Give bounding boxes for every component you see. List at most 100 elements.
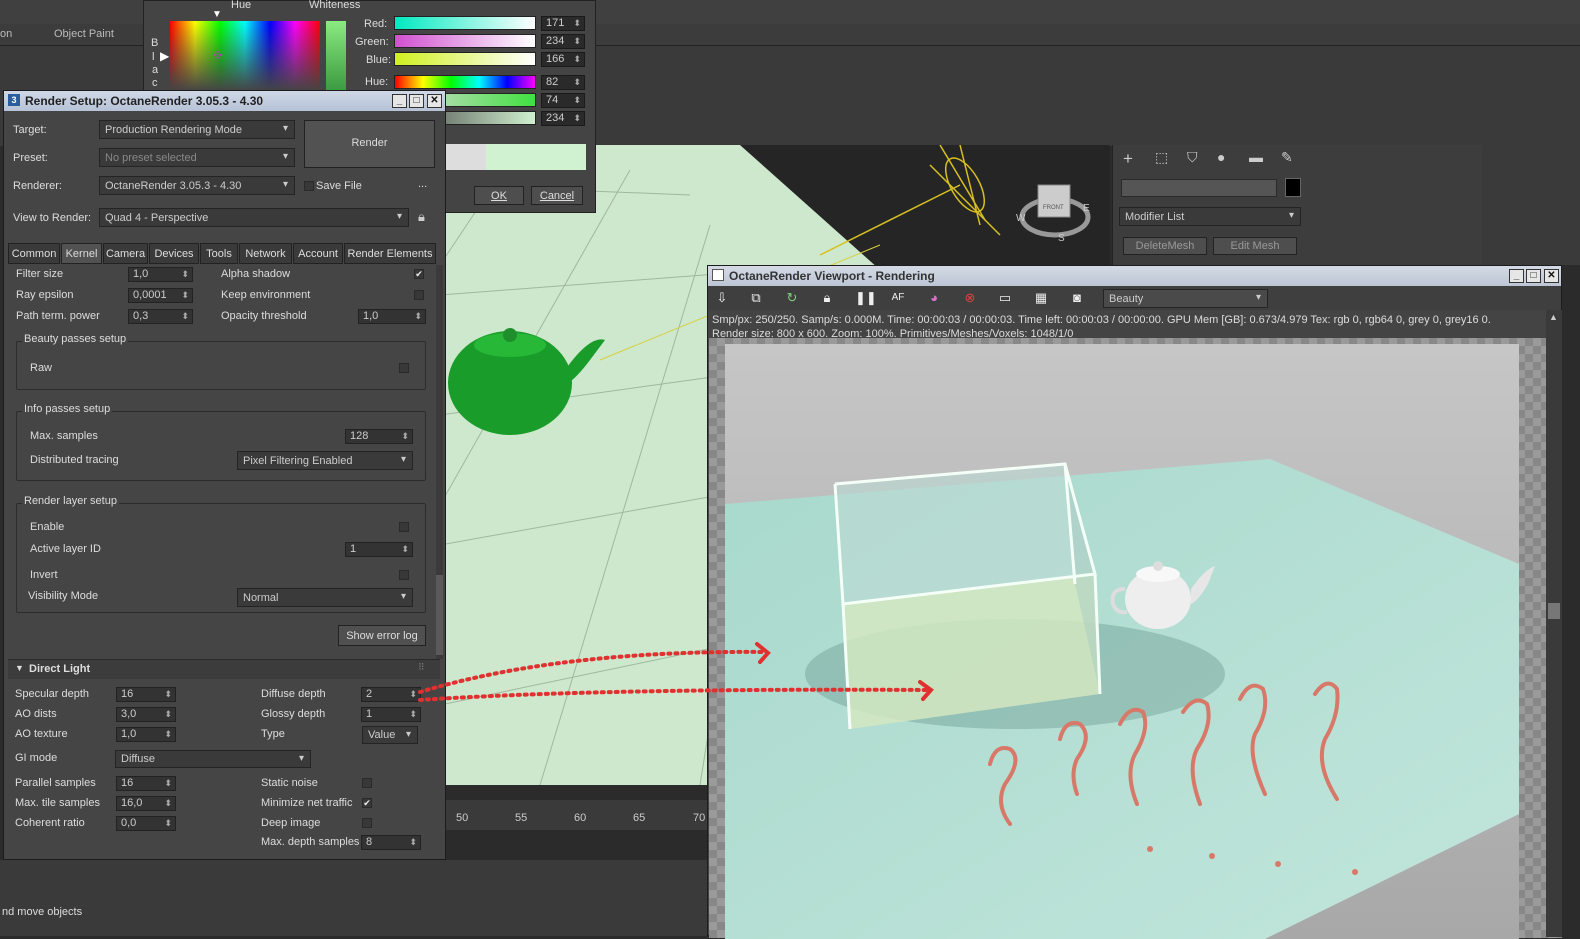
hue-spinner[interactable]: 82: [541, 75, 585, 90]
filter-size-spinner[interactable]: 1,0: [128, 267, 193, 282]
hue-slider[interactable]: [394, 75, 536, 89]
timeline[interactable]: 50 55 60 65 70: [440, 800, 710, 830]
tab-network[interactable]: Network: [239, 243, 292, 264]
red-slider[interactable]: [394, 16, 536, 30]
deep-image-checkbox[interactable]: [362, 818, 372, 828]
lock-icon[interactable]: 🔒︎: [418, 209, 425, 225]
invert-checkbox[interactable]: [399, 570, 409, 580]
utilities-icon[interactable]: ✎: [1281, 149, 1293, 166]
enable-checkbox[interactable]: [399, 522, 409, 532]
preset-dropdown[interactable]: No preset selected: [99, 148, 295, 167]
delete-mesh-button[interactable]: DeleteMesh: [1123, 237, 1207, 255]
blue-spinner[interactable]: 166: [541, 52, 585, 67]
close-icon[interactable]: ✕: [1544, 269, 1559, 283]
maximize-icon[interactable]: □: [1526, 269, 1541, 283]
hue-whiteness-field[interactable]: [170, 21, 320, 91]
coherent-ratio-spinner[interactable]: 0,0: [116, 816, 176, 831]
red-spinner[interactable]: 171: [541, 16, 585, 31]
view-to-render-dropdown[interactable]: Quad 4 - Perspective: [99, 208, 409, 227]
octane-vertical-scrollbar[interactable]: ▲: [1546, 310, 1562, 937]
menu-item[interactable]: on: [0, 28, 12, 40]
tab-devices[interactable]: Devices: [149, 243, 199, 264]
minimize-icon[interactable]: _: [392, 94, 407, 108]
render-setup-titlebar[interactable]: 3 Render Setup: OctaneRender 3.05.3 - 4.…: [4, 91, 445, 111]
active-layer-spinner[interactable]: 1: [345, 542, 413, 557]
octane-titlebar[interactable]: OctaneRender Viewport - Rendering _ □ ✕: [708, 266, 1561, 286]
glossy-depth-spinner[interactable]: 1: [361, 707, 421, 722]
scroll-up-icon[interactable]: ▲: [1549, 312, 1558, 322]
save-file-checkbox[interactable]: [304, 181, 314, 191]
cancel-icon[interactable]: ⊗: [962, 290, 978, 306]
minimize-net-traffic-checkbox[interactable]: ✔: [362, 798, 372, 808]
renderer-dropdown[interactable]: OctaneRender 3.05.3 - 4.30: [99, 176, 295, 195]
display-icon[interactable]: ▬: [1249, 149, 1263, 165]
create-icon[interactable]: +: [1123, 149, 1133, 169]
saturation-spinner[interactable]: 74: [541, 93, 585, 108]
menu-item-object-paint[interactable]: Object Paint: [54, 28, 114, 40]
value-spinner[interactable]: 234: [541, 111, 585, 126]
minimize-icon[interactable]: _: [1509, 269, 1524, 283]
ok-button[interactable]: OK: [474, 186, 524, 205]
rendered-image[interactable]: [725, 344, 1519, 939]
distributed-tracing-dropdown[interactable]: Pixel Filtering Enabled: [237, 451, 413, 470]
gi-mode-dropdown[interactable]: Diffuse: [115, 750, 311, 768]
blackness-pointer-icon[interactable]: ▶: [160, 49, 169, 63]
region-icon[interactable]: ▦: [1033, 290, 1049, 306]
restart-icon[interactable]: ↻: [784, 290, 800, 306]
lock-icon[interactable]: 🔒︎: [819, 290, 835, 306]
raw-checkbox[interactable]: [399, 363, 409, 373]
show-error-log-button[interactable]: Show error log: [338, 625, 426, 646]
camera-icon[interactable]: ◙: [1069, 290, 1085, 306]
tab-account[interactable]: Account: [293, 243, 343, 264]
render-pass-dropdown[interactable]: Beauty: [1103, 289, 1268, 308]
display-icon[interactable]: ▭: [997, 290, 1013, 306]
copy-icon[interactable]: ⧉: [748, 290, 764, 306]
max-depth-samples-spinner[interactable]: 8: [361, 835, 421, 850]
maximize-icon[interactable]: □: [409, 94, 424, 108]
edit-mesh-button[interactable]: Edit Mesh: [1213, 237, 1297, 255]
object-name-field[interactable]: [1121, 179, 1277, 197]
green-spinner[interactable]: 234: [541, 34, 585, 49]
rollout-scrollbar[interactable]: [436, 265, 443, 659]
direct-light-header[interactable]: ▼ Direct Light ⠿: [8, 659, 440, 679]
target-dropdown[interactable]: Production Rendering Mode: [99, 120, 295, 139]
visibility-mode-dropdown[interactable]: Normal: [237, 588, 413, 607]
opacity-threshold-spinner[interactable]: 1,0: [358, 309, 426, 324]
static-noise-checkbox[interactable]: [362, 778, 372, 788]
parallel-samples-spinner[interactable]: 16: [116, 776, 176, 791]
tab-camera[interactable]: Camera: [103, 243, 148, 264]
ao-texture-spinner[interactable]: 1,0: [116, 727, 176, 742]
tab-kernel[interactable]: Kernel: [61, 243, 102, 264]
modifier-list-dropdown[interactable]: Modifier List: [1119, 207, 1301, 226]
keep-environment-checkbox[interactable]: [414, 290, 424, 300]
cancel-button[interactable]: Cancel: [531, 186, 583, 205]
alpha-shadow-checkbox[interactable]: ✔: [414, 269, 424, 279]
af-icon[interactable]: AF: [890, 290, 906, 306]
color-cursor-icon[interactable]: ✣: [213, 49, 222, 62]
green-slider[interactable]: [394, 34, 536, 48]
motion-icon[interactable]: ●: [1217, 149, 1225, 165]
color-picker-icon[interactable]: ◕: [926, 290, 942, 306]
scrollbar-thumb[interactable]: [1548, 603, 1560, 619]
blue-slider[interactable]: [394, 52, 536, 66]
ray-epsilon-spinner[interactable]: 0,0001: [128, 288, 193, 303]
type-dropdown[interactable]: Value: [362, 726, 418, 744]
modify-icon[interactable]: ⬚: [1155, 149, 1168, 166]
tab-render-elements[interactable]: Render Elements: [344, 243, 436, 264]
path-term-power-spinner[interactable]: 0,3: [128, 309, 193, 324]
pause-icon[interactable]: ❚❚: [855, 290, 877, 306]
render-button[interactable]: Render: [304, 120, 435, 168]
hue-pointer-icon[interactable]: ▼: [212, 9, 222, 20]
ao-dists-spinner[interactable]: 3,0: [116, 707, 176, 722]
hierarchy-icon[interactable]: ⛉: [1187, 149, 1198, 166]
close-icon[interactable]: ✕: [427, 94, 442, 108]
object-color-swatch[interactable]: [1285, 178, 1301, 197]
diffuse-depth-spinner[interactable]: 2: [361, 687, 421, 702]
browse-button[interactable]: ...: [418, 178, 427, 190]
scrollbar-thumb[interactable]: [436, 575, 443, 655]
specular-depth-spinner[interactable]: 16: [116, 687, 176, 702]
tab-tools[interactable]: Tools: [200, 243, 238, 264]
blackness-bar[interactable]: [326, 21, 346, 91]
tab-common[interactable]: Common: [8, 243, 60, 264]
max-samples-spinner[interactable]: 128: [345, 429, 413, 444]
